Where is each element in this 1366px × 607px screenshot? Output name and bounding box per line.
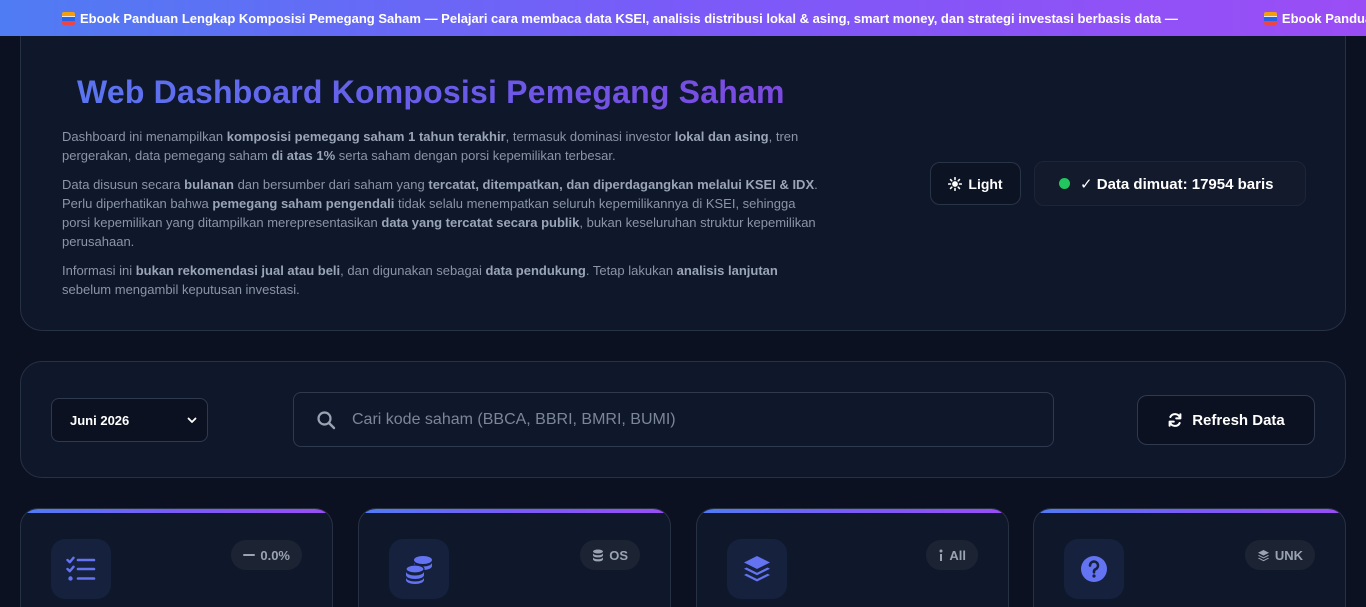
layers-small-icon [1257, 549, 1269, 561]
stat-card: OS [358, 508, 671, 607]
sun-icon [948, 176, 963, 191]
refresh-data-button[interactable]: Refresh Data [1137, 395, 1315, 445]
card-icon-box [389, 539, 449, 599]
stat-card: All [696, 508, 1009, 607]
description-paragraph: Data disusun secara bulanan dan bersumbe… [62, 177, 818, 249]
info-icon [939, 549, 943, 561]
coins-icon [405, 556, 432, 584]
ticker-text: Ebook Panduan Lengkap Komposisi Pemegang… [80, 10, 1178, 26]
status-dot-icon [1059, 178, 1070, 189]
ticker-item[interactable]: Ebook Panduan Lengkap K [1263, 10, 1366, 26]
filter-panel: Juni 2026 Refresh Data [20, 361, 1346, 478]
card-badge: 0.0% [231, 540, 302, 570]
hero-description: Dashboard ini menampilkan komposisi peme… [62, 127, 827, 309]
card-badge-text: 0.0% [260, 547, 290, 563]
list-check-icon [66, 556, 96, 581]
layers-icon [744, 556, 770, 582]
dash-icon [243, 554, 256, 556]
book-icon [62, 11, 75, 25]
refresh-data-label: Refresh Data [1192, 411, 1285, 429]
month-select[interactable]: Juni 2026 [51, 398, 208, 442]
ticker-item[interactable]: Ebook Panduan Lengkap Komposisi Pemegang… [62, 11, 1178, 26]
search-box[interactable] [293, 392, 1054, 447]
chevron-down-icon [187, 417, 197, 423]
page-title: Web Dashboard Komposisi Pemegang Saham [77, 74, 785, 110]
card-icon-box [51, 539, 111, 599]
description-paragraph: Dashboard ini menampilkan komposisi peme… [62, 129, 799, 163]
data-status-badge: ✓ Data dimuat: 17954 baris [1034, 161, 1306, 206]
data-status-text: ✓ Data dimuat: 17954 baris [1080, 175, 1274, 193]
refresh-icon [1168, 413, 1182, 427]
book-icon [1263, 11, 1277, 25]
card-badge: UNK [1244, 540, 1315, 570]
card-badge-text: UNK [1274, 547, 1303, 563]
description-paragraph: Informasi ini bukan rekomendasi jual ata… [62, 263, 778, 297]
database-icon [593, 549, 604, 561]
card-badge-text: OS [609, 547, 628, 563]
card-icon-box [727, 539, 787, 599]
theme-toggle-label: Light [968, 175, 1003, 192]
stat-card: UNK [1033, 508, 1346, 607]
ticker-text: Ebook Panduan Lengkap K [1281, 10, 1366, 26]
theme-toggle-button[interactable]: Light [930, 162, 1021, 205]
card-icon-box [1064, 539, 1124, 599]
card-badge-text: All [949, 547, 966, 563]
month-select-value: Juni 2026 [70, 412, 130, 428]
search-icon [317, 410, 336, 429]
question-icon [1081, 556, 1107, 582]
search-input[interactable] [352, 410, 1053, 429]
announcement-ticker[interactable]: Ebook Panduan Lengkap Komposisi Pemegang… [0, 0, 1366, 36]
stat-card: 0.0% [20, 508, 333, 607]
hero-panel: Web Dashboard Komposisi Pemegang Saham D… [20, 36, 1346, 331]
card-badge: All [926, 540, 978, 570]
ticker-track: Ebook Panduan Lengkap Komposisi Pemegang… [62, 0, 1366, 36]
card-badge: OS [580, 540, 640, 570]
